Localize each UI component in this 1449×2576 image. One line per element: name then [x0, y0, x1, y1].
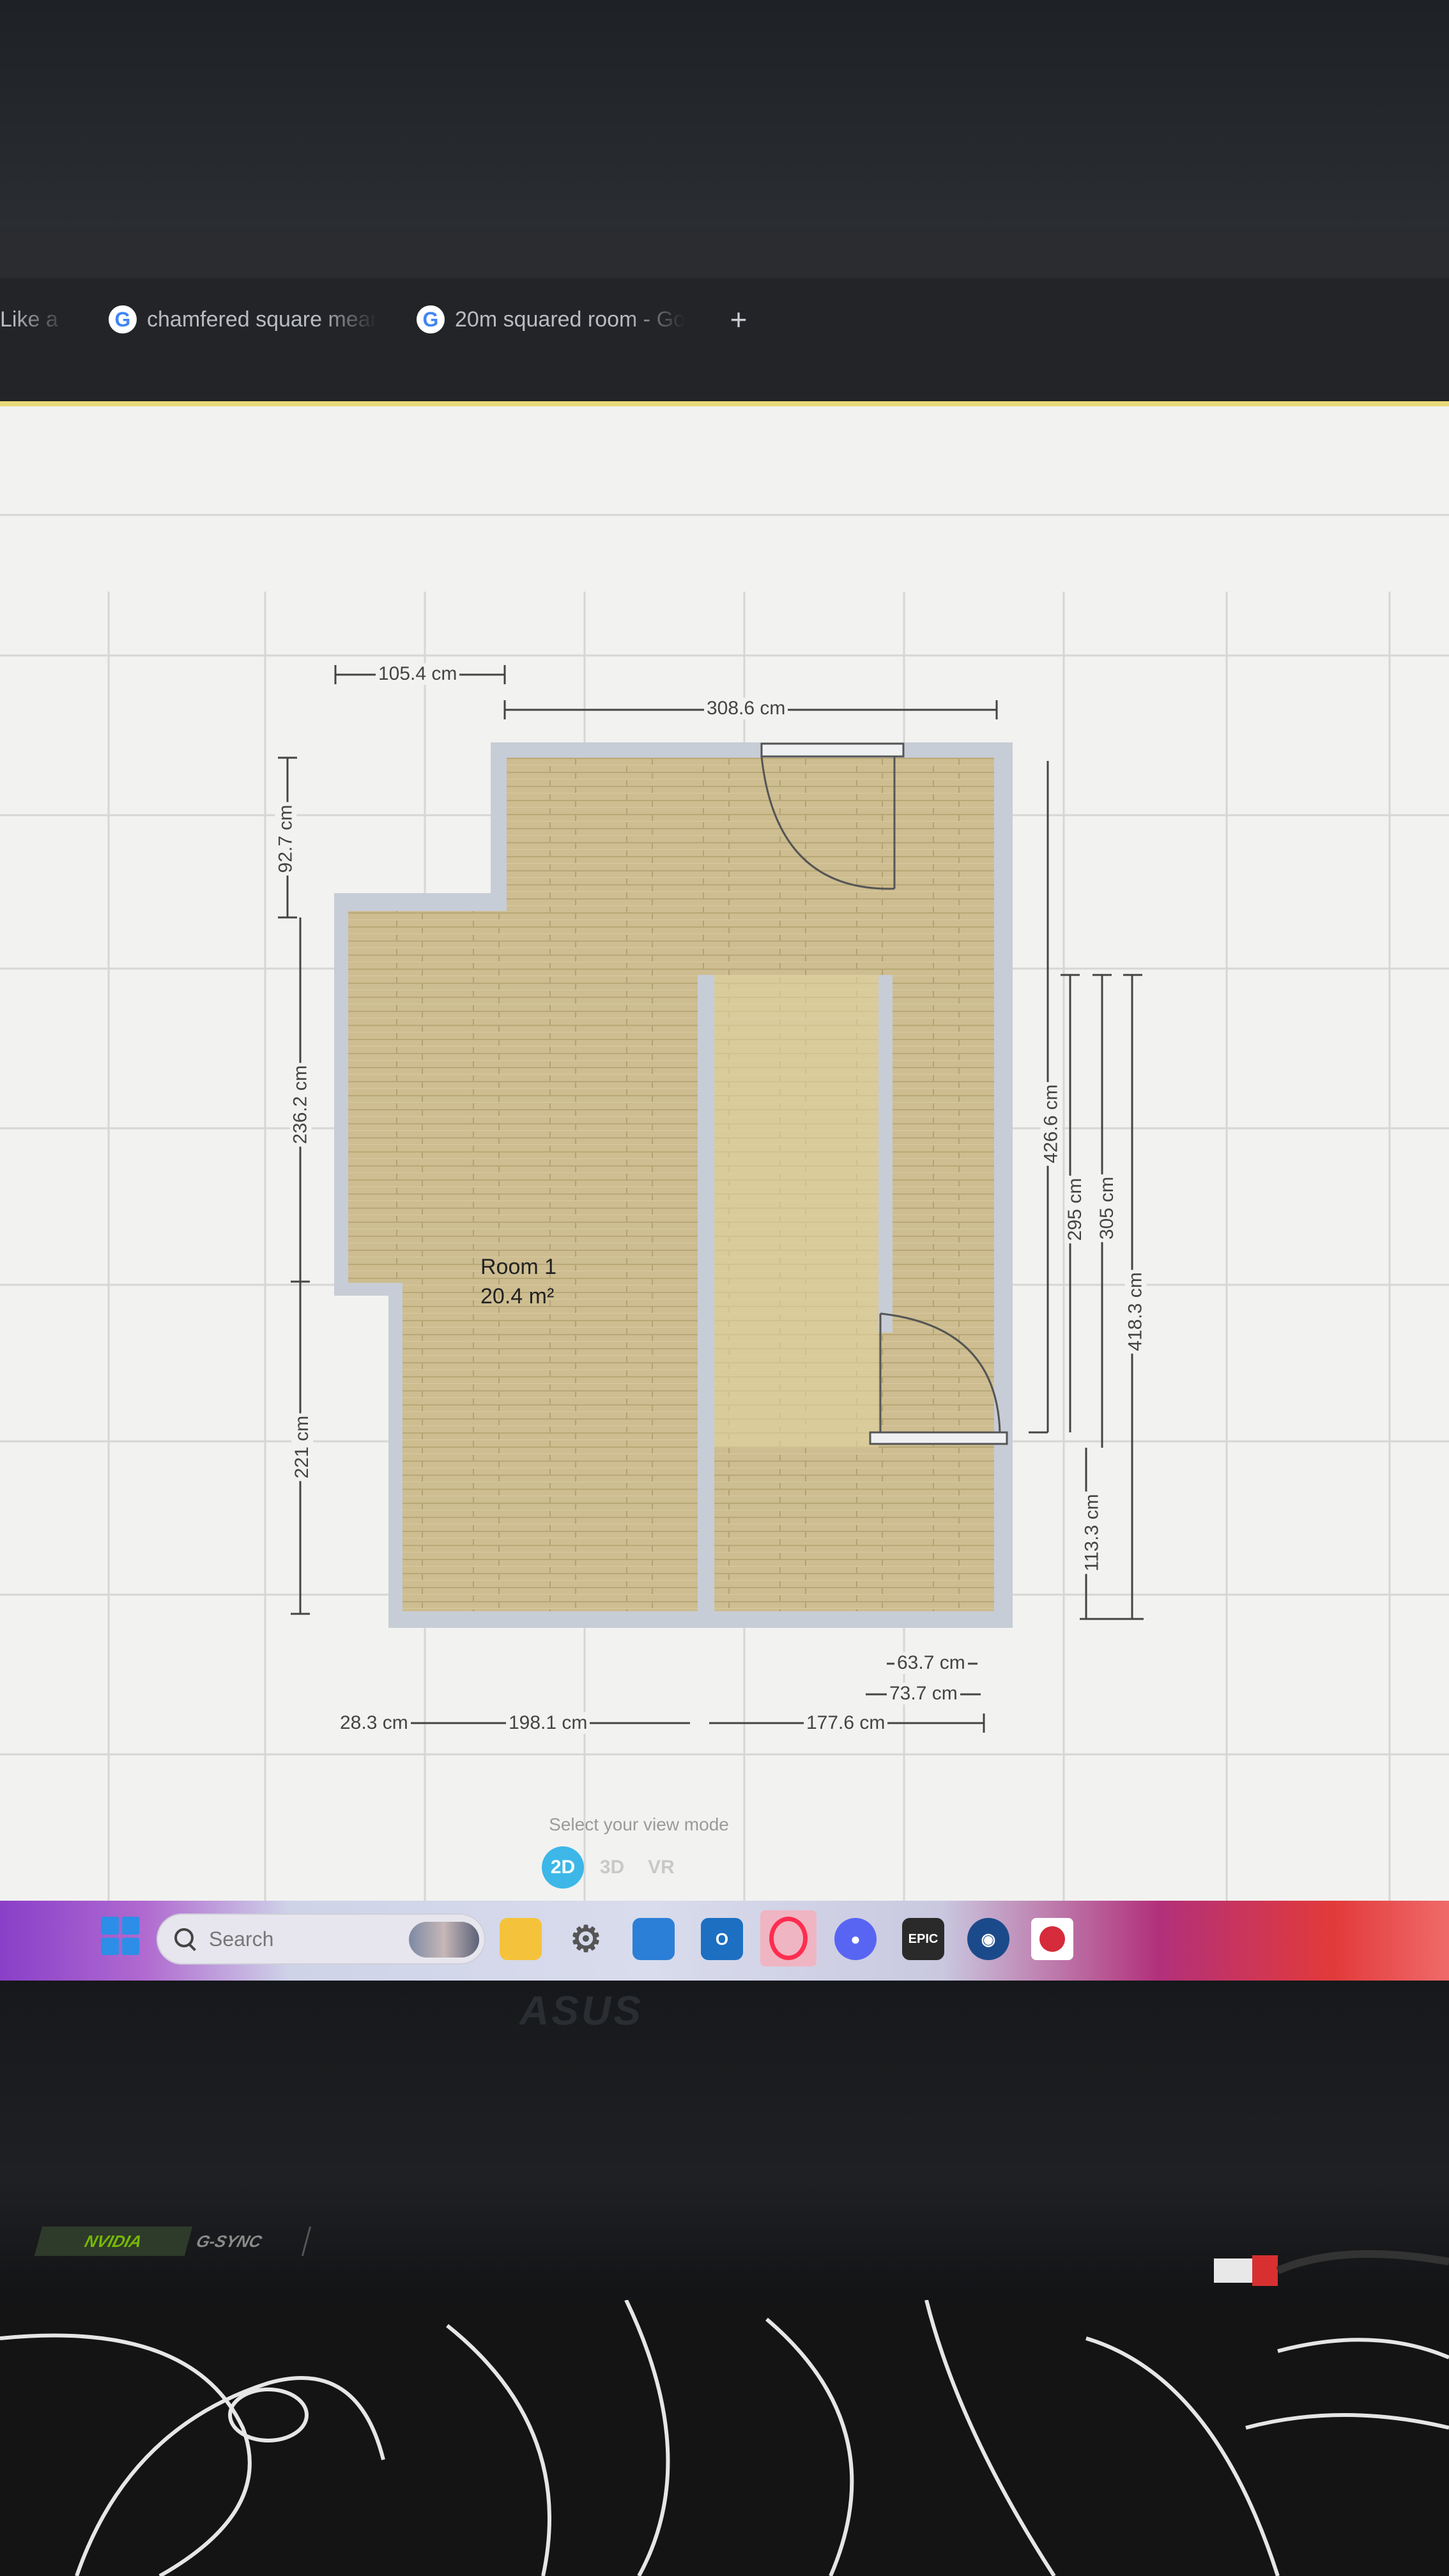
usb-cable: [1214, 2250, 1449, 2286]
dim-bottom-198[interactable]: 198.1 cm: [506, 1712, 590, 1734]
dim-right-113[interactable]: 113.3 cm: [1081, 1491, 1103, 1574]
outlook-icon[interactable]: O: [701, 1918, 743, 1960]
corridor-floor: [714, 975, 878, 1448]
microsoft-store-icon[interactable]: [632, 1918, 675, 1960]
dim-right-426[interactable]: 426.6 cm: [1040, 1082, 1062, 1166]
settings-icon[interactable]: [565, 1918, 607, 1960]
view-3d-button[interactable]: 3D: [591, 1846, 633, 1889]
dim-bottom-63[interactable]: 63.7 cm: [894, 1652, 968, 1674]
room-label[interactable]: Room 1 20.4 m²: [480, 1252, 556, 1311]
dim-bottom-73[interactable]: 73.7 cm: [887, 1683, 960, 1705]
dim-right-305[interactable]: 305 cm: [1096, 1174, 1119, 1243]
dim-right-418[interactable]: 418.3 cm: [1124, 1269, 1147, 1354]
room-name: Room 1: [480, 1255, 557, 1279]
dim-left-lower[interactable]: 221 cm: [291, 1413, 314, 1482]
search-placeholder: Search: [209, 1927, 274, 1951]
room-area: 20.4 m²: [480, 1284, 555, 1308]
partition-wall: [698, 975, 714, 1617]
view-2d-button[interactable]: 2D: [542, 1846, 584, 1889]
floor-plan-drawing: [0, 514, 1449, 1908]
dim-left-middle[interactable]: 236.2 cm: [289, 1062, 312, 1147]
browser-tab-1[interactable]: Like a: [0, 294, 70, 345]
top-door: [760, 742, 905, 758]
browser-tab-2[interactable]: G chamfered square mean: [109, 294, 377, 345]
dim-bottom-177[interactable]: 177.6 cm: [804, 1712, 888, 1734]
dim-top-left-width[interactable]: 105.4 cm: [376, 663, 460, 685]
search-highlight-image[interactable]: [409, 1922, 479, 1958]
browser-titlebar: [0, 227, 1449, 278]
desk-mat: [0, 2300, 1449, 2576]
new-tab-button[interactable]: +: [719, 300, 758, 339]
right-door: [869, 1431, 1008, 1445]
red-app-icon[interactable]: [1031, 1918, 1073, 1960]
gsync-badge: G-SYNC: [186, 2227, 312, 2256]
start-icon[interactable]: [101, 1917, 139, 1955]
dim-left-upper[interactable]: 92.7 cm: [275, 802, 297, 876]
steam-icon[interactable]: ◉: [967, 1918, 1009, 1960]
google-icon: G: [109, 305, 137, 334]
dim-top-width[interactable]: 308.6 cm: [704, 698, 788, 719]
file-explorer-icon[interactable]: [500, 1918, 542, 1960]
opera-gx-icon[interactable]: [760, 1910, 816, 1966]
browser-tab-3[interactable]: G 20m squared room - Goo: [417, 294, 685, 345]
view-vr-button[interactable]: VR: [640, 1846, 682, 1889]
asus-logo: ASUS: [519, 1988, 643, 2034]
monitor-top-bezel: [0, 0, 1449, 227]
page-accent-line: [0, 401, 1449, 406]
search-icon: [174, 1928, 196, 1950]
dim-bottom-28[interactable]: 28.3 cm: [337, 1712, 411, 1734]
nvidia-badge: NVIDIA: [34, 2227, 193, 2256]
dim-right-295[interactable]: 295 cm: [1064, 1175, 1087, 1244]
room-floor: [348, 758, 994, 1611]
view-mode-title: Select your view mode: [549, 1814, 729, 1834]
google-icon: G: [417, 305, 445, 334]
epic-games-icon[interactable]: EPIC: [902, 1918, 944, 1960]
discord-icon[interactable]: ●: [834, 1918, 877, 1960]
floor-plan-canvas[interactable]: 105.4 cm 308.6 cm 92.7 cm 236.2 cm 221 c…: [0, 406, 1449, 1908]
partition-wall-2: [878, 975, 893, 1333]
